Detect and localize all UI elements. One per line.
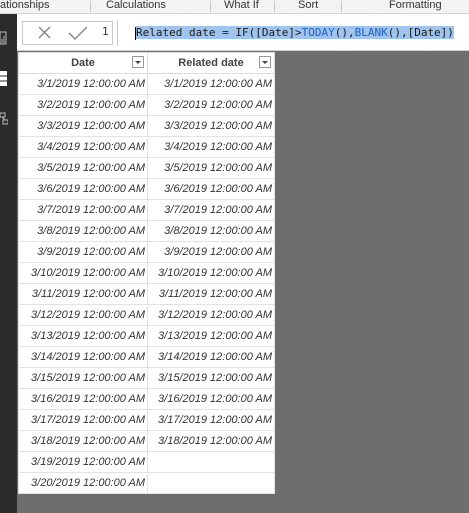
cell-date[interactable]: 3/1/2019 12:00:00 AM (18, 73, 148, 95)
cell-related-date[interactable]: 3/7/2019 12:00:00 AM (147, 199, 275, 221)
cell-date[interactable]: 3/18/2019 12:00:00 AM (18, 430, 148, 452)
table-row: 3/17/2019 12:00:00 AM 3/17/2019 12:00:00 … (18, 409, 275, 431)
cell-date[interactable]: 3/2/2019 12:00:00 AM (18, 94, 148, 116)
cell-date[interactable]: 3/7/2019 12:00:00 AM (18, 199, 148, 221)
view-switcher-sidebar (0, 14, 17, 513)
table-row: 3/9/2019 12:00:00 AM 3/9/2019 12:00:00 AM (18, 241, 275, 263)
cell-related-date[interactable]: 3/13/2019 12:00:00 AM (147, 325, 275, 347)
filter-dropdown-icon[interactable] (259, 56, 271, 68)
cell-date[interactable]: 3/10/2019 12:00:00 AM (18, 262, 148, 284)
column-header-label: Related date (178, 57, 244, 69)
cell-related-date[interactable]: 3/14/2019 12:00:00 AM (147, 346, 275, 368)
formula-bar: 1 Related date = IF([Date]>TODAY(),BLANK… (17, 14, 469, 51)
table-row: 3/5/2019 12:00:00 AM 3/5/2019 12:00:00 AM (18, 157, 275, 179)
table-row: 3/19/2019 12:00:00 AM (18, 451, 275, 473)
ribbon-divider (274, 1, 275, 12)
ribbon-divider (210, 1, 211, 12)
data-view-icon[interactable] (0, 70, 8, 88)
table-row: 3/11/2019 12:00:00 AM 3/11/2019 12:00:00 … (18, 283, 275, 305)
cell-related-date[interactable]: 3/3/2019 12:00:00 AM (147, 115, 275, 137)
table-body: 3/1/2019 12:00:00 AM 3/1/2019 12:00:00 AM… (18, 73, 275, 494)
table-row: 3/8/2019 12:00:00 AM 3/8/2019 12:00:00 AM (18, 220, 275, 242)
column-header-date[interactable]: Date (18, 52, 148, 74)
report-view-icon[interactable] (0, 30, 8, 46)
cell-date[interactable]: 3/13/2019 12:00:00 AM (18, 325, 148, 347)
formula-paren: (), (334, 26, 355, 39)
table-row: 3/4/2019 12:00:00 AM 3/4/2019 12:00:00 AM (18, 136, 275, 158)
table-row: 3/15/2019 12:00:00 AM 3/15/2019 12:00:00 … (18, 367, 275, 389)
column-header-label: Date (71, 57, 95, 69)
cell-related-date[interactable]: 3/16/2019 12:00:00 AM (147, 388, 275, 410)
table-row: 3/6/2019 12:00:00 AM 3/6/2019 12:00:00 AM (18, 178, 275, 200)
cell-related-date[interactable]: 3/18/2019 12:00:00 AM (147, 430, 275, 452)
cell-related-date[interactable]: 3/4/2019 12:00:00 AM (147, 136, 275, 158)
cell-date[interactable]: 3/16/2019 12:00:00 AM (18, 388, 148, 410)
cell-related-date[interactable]: 3/8/2019 12:00:00 AM (147, 220, 275, 242)
cell-related-date[interactable] (147, 472, 275, 494)
ribbon-tab-what-if[interactable]: What If (224, 0, 259, 12)
cell-related-date[interactable]: 3/12/2019 12:00:00 AM (147, 304, 275, 326)
cell-related-date[interactable]: 3/2/2019 12:00:00 AM (147, 94, 275, 116)
table-row: 3/10/2019 12:00:00 AM 3/10/2019 12:00:00 … (18, 262, 275, 284)
formula-input[interactable]: Related date = IF([Date]>TODAY(),BLANK()… (117, 20, 469, 46)
table-row: 3/18/2019 12:00:00 AM 3/18/2019 12:00:00 … (18, 430, 275, 452)
cell-related-date[interactable]: 3/9/2019 12:00:00 AM (147, 241, 275, 263)
cell-date[interactable]: 3/12/2019 12:00:00 AM (18, 304, 148, 326)
ribbon-divider (90, 1, 91, 12)
formula-fn-blank: BLANK (354, 26, 388, 39)
table-row: 3/12/2019 12:00:00 AM 3/12/2019 12:00:00 … (18, 304, 275, 326)
cell-date[interactable]: 3/20/2019 12:00:00 AM (18, 472, 148, 494)
table-row: 3/20/2019 12:00:00 AM (18, 472, 275, 494)
cell-related-date[interactable]: 3/1/2019 12:00:00 AM (147, 73, 275, 95)
ribbon-tab-calculations[interactable]: Calculations (106, 0, 166, 12)
cell-date[interactable]: 3/19/2019 12:00:00 AM (18, 451, 148, 473)
table-row: 3/1/2019 12:00:00 AM 3/1/2019 12:00:00 AM (18, 73, 275, 95)
column-header-related-date[interactable]: Related date (147, 52, 275, 74)
cell-date[interactable]: 3/17/2019 12:00:00 AM (18, 409, 148, 431)
commit-formula-icon[interactable] (67, 25, 87, 41)
cell-date[interactable]: 3/6/2019 12:00:00 AM (18, 178, 148, 200)
cell-related-date[interactable] (147, 451, 275, 473)
formula-line-number: 1 (102, 25, 109, 38)
cell-date[interactable]: 3/11/2019 12:00:00 AM (18, 283, 148, 305)
table-row: 3/2/2019 12:00:00 AM 3/2/2019 12:00:00 AM (18, 94, 275, 116)
ribbon-tab-formatting[interactable]: Formatting (389, 0, 442, 12)
table-row: 3/13/2019 12:00:00 AM 3/13/2019 12:00:00 … (18, 325, 275, 347)
cell-date[interactable]: 3/8/2019 12:00:00 AM (18, 220, 148, 242)
cell-date[interactable]: 3/3/2019 12:00:00 AM (18, 115, 148, 137)
model-view-icon[interactable] (0, 110, 8, 128)
cell-related-date[interactable]: 3/5/2019 12:00:00 AM (147, 157, 275, 179)
ribbon-tab-sort[interactable]: Sort (298, 0, 318, 12)
cell-related-date[interactable]: 3/10/2019 12:00:00 AM (147, 262, 275, 284)
formula-text[interactable]: Related date = IF([Date]>TODAY(),BLANK()… (135, 25, 454, 40)
ribbon-divider (341, 1, 342, 12)
cell-date[interactable]: 3/15/2019 12:00:00 AM (18, 367, 148, 389)
ribbon-tabs: ationships Calculations What If Sort For… (0, 0, 469, 14)
ribbon-tab-relationships[interactable]: ationships (0, 0, 50, 12)
formula-commit-buttons (22, 21, 113, 45)
cell-related-date[interactable]: 3/17/2019 12:00:00 AM (147, 409, 275, 431)
cell-date[interactable]: 3/9/2019 12:00:00 AM (18, 241, 148, 263)
formula-suffix: (),[Date]) (387, 26, 454, 39)
data-table: Date Related date 3/1/2019 12:00:00 AM 3/… (18, 52, 275, 494)
table-row: 3/14/2019 12:00:00 AM 3/14/2019 12:00:00 … (18, 346, 275, 368)
cancel-formula-icon[interactable] (35, 25, 55, 41)
table-row: 3/3/2019 12:00:00 AM 3/3/2019 12:00:00 AM (18, 115, 275, 137)
cell-date[interactable]: 3/4/2019 12:00:00 AM (18, 136, 148, 158)
cell-related-date[interactable]: 3/11/2019 12:00:00 AM (147, 283, 275, 305)
table-row: 3/16/2019 12:00:00 AM 3/16/2019 12:00:00 … (18, 388, 275, 410)
formula-prefix: Related date = IF([Date]> (136, 26, 302, 39)
cell-date[interactable]: 3/5/2019 12:00:00 AM (18, 157, 148, 179)
formula-fn-today: TODAY (301, 26, 335, 39)
filter-dropdown-icon[interactable] (132, 56, 144, 68)
table-row: 3/7/2019 12:00:00 AM 3/7/2019 12:00:00 AM (18, 199, 275, 221)
cell-related-date[interactable]: 3/15/2019 12:00:00 AM (147, 367, 275, 389)
cell-date[interactable]: 3/14/2019 12:00:00 AM (18, 346, 148, 368)
cell-related-date[interactable]: 3/6/2019 12:00:00 AM (147, 178, 275, 200)
